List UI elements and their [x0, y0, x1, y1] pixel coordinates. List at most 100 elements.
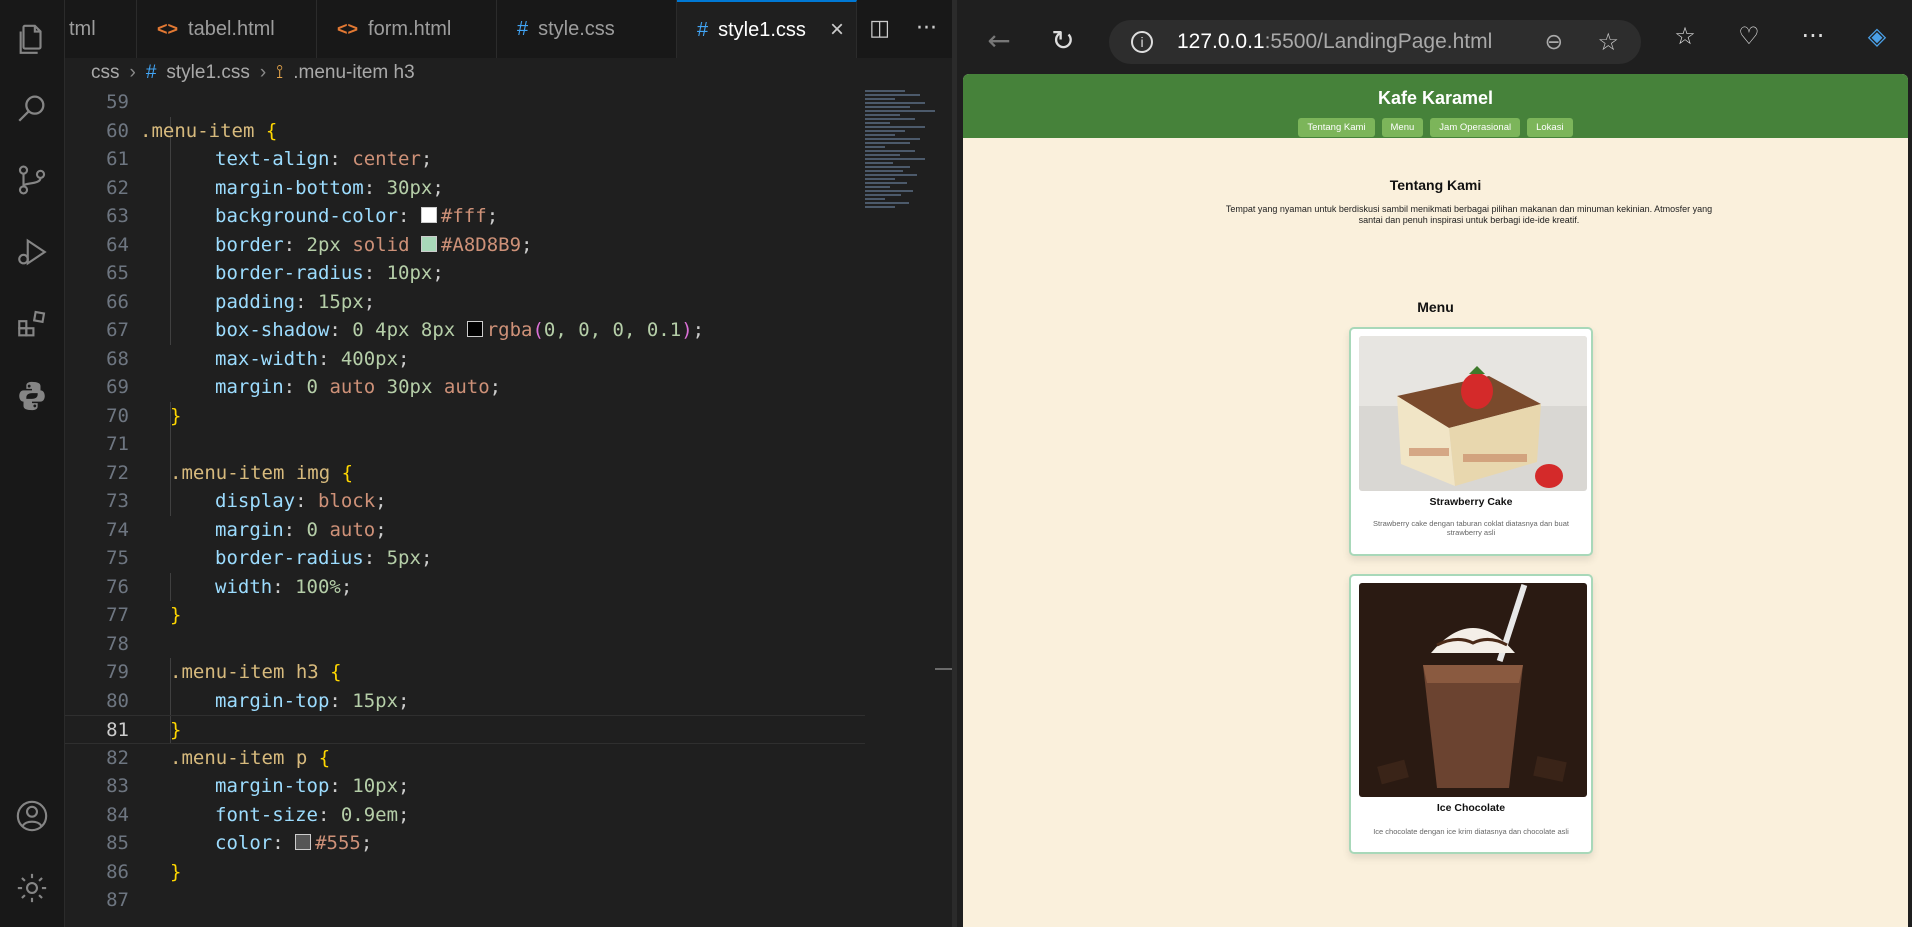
- nav-link-lokasi[interactable]: Lokasi: [1527, 118, 1573, 137]
- tab-label: style1.css: [718, 18, 806, 41]
- code-line: 75 border-radius: 5px;: [65, 544, 865, 573]
- code-line: 68 max-width: 400px;: [65, 345, 865, 374]
- css-value: block: [317, 490, 376, 512]
- favorites-list-icon[interactable]: ☆: [1665, 22, 1705, 50]
- python-icon[interactable]: [10, 374, 54, 418]
- code-line: 83 margin-top: 10px;: [65, 772, 865, 801]
- code-line: 61 text-align: center;: [65, 145, 865, 174]
- back-icon[interactable]: ←: [979, 20, 1019, 60]
- url-host: 127.0.0.1: [1177, 30, 1265, 53]
- nav-link-jam-operasional[interactable]: Jam Operasional: [1430, 118, 1521, 137]
- css-selector: .menu-item p: [170, 746, 308, 769]
- css-value: 400px: [340, 347, 399, 370]
- current-code-line: 81}: [65, 715, 865, 744]
- css-value: #555: [315, 832, 361, 854]
- nav-link-tentang-kami[interactable]: Tentang Kami: [1298, 118, 1375, 137]
- line-number: 80: [106, 689, 129, 712]
- explorer-icon[interactable]: [10, 18, 54, 62]
- tab-form-html[interactable]: <> form.html: [317, 0, 497, 58]
- color-swatch[interactable]: [466, 321, 483, 337]
- tab-style-css[interactable]: # style.css: [497, 0, 677, 58]
- line-number: 84: [106, 803, 129, 826]
- css-property: text-align: [215, 148, 330, 170]
- code-line: 79 .menu-item h3 {: [65, 658, 865, 687]
- account-icon[interactable]: [10, 794, 54, 838]
- code-line: 71: [65, 430, 865, 459]
- tab-label: form.html: [368, 17, 452, 40]
- line-number: 62: [106, 176, 129, 199]
- css-property: margin: [215, 518, 284, 541]
- nav-link-menu[interactable]: Menu: [1381, 118, 1424, 137]
- activity-bar: [0, 0, 65, 927]
- line-number: 87: [106, 889, 129, 911]
- css-property: border-radius: [215, 262, 364, 284]
- color-swatch[interactable]: [295, 834, 312, 850]
- line-number: 70: [106, 404, 129, 427]
- code-line: 64 border: 2px solid #A8D8B9;: [65, 231, 865, 260]
- code-line: 74 margin: 0 auto;: [65, 516, 865, 545]
- browser-essentials-icon[interactable]: ♡: [1729, 22, 1769, 50]
- code-line: 66 padding: 15px;: [65, 288, 865, 317]
- code-line: 60 .menu-item {: [65, 117, 865, 146]
- strawberry-cake-image: [1359, 336, 1587, 491]
- code-line: 63 background-color: #fff;: [65, 202, 865, 231]
- tab-tabel-html[interactable]: <> tabel.html: [137, 0, 317, 58]
- code-editor[interactable]: 59 60 .menu-item { 61 text-align: center; …: [65, 88, 865, 927]
- css-value: 0.9em: [340, 803, 399, 826]
- address-bar[interactable]: i 127.0.0.1:5500/LandingPage.html ⊖ ☆: [1109, 20, 1641, 64]
- zoom-out-icon[interactable]: ⊖: [1545, 29, 1563, 55]
- code-line: 73 display: block;: [65, 487, 865, 516]
- source-control-icon[interactable]: [10, 158, 54, 202]
- menu-title: Menu: [1417, 299, 1454, 315]
- breadcrumb-folder[interactable]: css: [91, 62, 120, 84]
- minimap[interactable]: [865, 88, 947, 268]
- color-swatch[interactable]: [420, 207, 437, 223]
- code-line: 69 margin: 0 auto 30px auto;: [65, 373, 865, 402]
- split-editor-icon[interactable]: ◫: [869, 16, 890, 41]
- line-number: 69: [106, 376, 129, 398]
- site-title: Kafe Karamel: [1377, 88, 1494, 108]
- refresh-icon[interactable]: ↻: [1043, 20, 1083, 60]
- css-value: #fff: [440, 205, 487, 227]
- tab-style1-css[interactable]: # style1.css ×: [677, 0, 857, 58]
- css-value: 30px: [386, 376, 433, 398]
- site-info-icon[interactable]: i: [1131, 31, 1153, 53]
- favorite-star-icon[interactable]: ☆: [1597, 28, 1619, 57]
- css-value: auto: [329, 518, 376, 541]
- menu-item-description: Strawberry cake dengan taburan coklat di…: [1373, 519, 1569, 537]
- more-actions-icon[interactable]: ···: [916, 16, 937, 41]
- close-tab-icon[interactable]: ×: [830, 16, 844, 44]
- settings-gear-icon[interactable]: [10, 866, 54, 910]
- search-icon[interactable]: [10, 86, 54, 130]
- code-line: 86}: [65, 858, 865, 887]
- more-menu-icon[interactable]: ···: [1793, 22, 1833, 50]
- browser-toolbar: ← ↻ i 127.0.0.1:5500/LandingPage.html ⊖ …: [957, 0, 1912, 74]
- color-swatch[interactable]: [420, 235, 437, 252]
- breadcrumb-symbol[interactable]: .menu-item h3: [293, 62, 414, 84]
- line-number: 68: [106, 347, 129, 370]
- css-value: 0: [306, 376, 318, 398]
- line-number: 78: [106, 632, 129, 655]
- extensions-icon[interactable]: [10, 302, 54, 346]
- css-property: width: [215, 575, 273, 598]
- code-line: 84 font-size: 0.9em;: [65, 801, 865, 830]
- copilot-icon[interactable]: ◈: [1857, 22, 1897, 50]
- css-value: auto: [443, 376, 490, 398]
- tab-partial-html[interactable]: tml: [65, 0, 137, 58]
- breadcrumb-file[interactable]: style1.css: [166, 62, 249, 84]
- line-number: 65: [106, 262, 129, 284]
- line-number: 77: [106, 604, 129, 626]
- menu-item-name: Ice Chocolate: [1436, 802, 1506, 814]
- ice-chocolate-image: [1359, 583, 1587, 797]
- line-number: 81: [106, 719, 129, 741]
- tab-label: tabel.html: [188, 17, 275, 40]
- css-value: 5px: [386, 547, 421, 569]
- css-value: 0: [306, 518, 318, 541]
- tab-label: style.css: [538, 17, 615, 40]
- url-path: :5500/LandingPage.html: [1264, 30, 1493, 53]
- line-number: 73: [106, 490, 129, 512]
- css-property: max-width: [215, 347, 318, 370]
- editor-tab-bar: tml <> tabel.html <> form.html # style.c…: [65, 0, 955, 59]
- code-line: 78: [65, 630, 865, 659]
- run-debug-icon[interactable]: [10, 230, 54, 274]
